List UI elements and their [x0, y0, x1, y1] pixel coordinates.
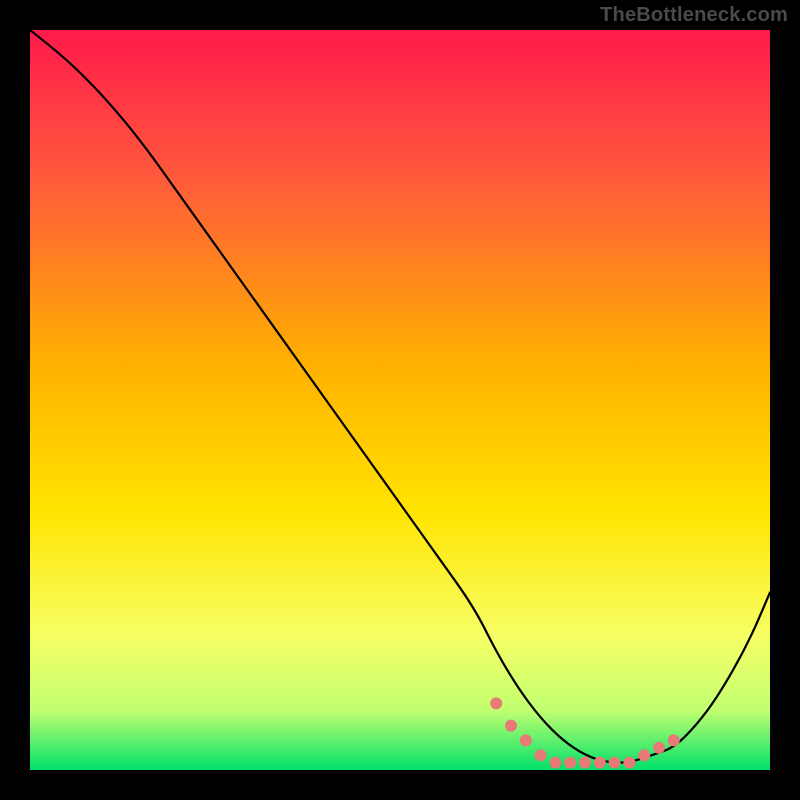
marker-point: [638, 749, 650, 761]
chart-svg: [30, 30, 770, 770]
chart-frame: TheBottleneck.com: [0, 0, 800, 800]
marker-point: [535, 749, 547, 761]
marker-point: [594, 757, 606, 769]
site-watermark: TheBottleneck.com: [600, 4, 788, 27]
plot-area: [30, 30, 770, 770]
marker-point: [549, 757, 561, 769]
marker-point: [668, 734, 680, 746]
marker-point: [609, 757, 621, 769]
marker-point: [490, 697, 502, 709]
marker-point: [623, 757, 635, 769]
marker-point: [564, 757, 576, 769]
marker-point: [505, 720, 517, 732]
marker-point: [579, 757, 591, 769]
marker-point: [520, 734, 532, 746]
marker-point: [653, 742, 665, 754]
